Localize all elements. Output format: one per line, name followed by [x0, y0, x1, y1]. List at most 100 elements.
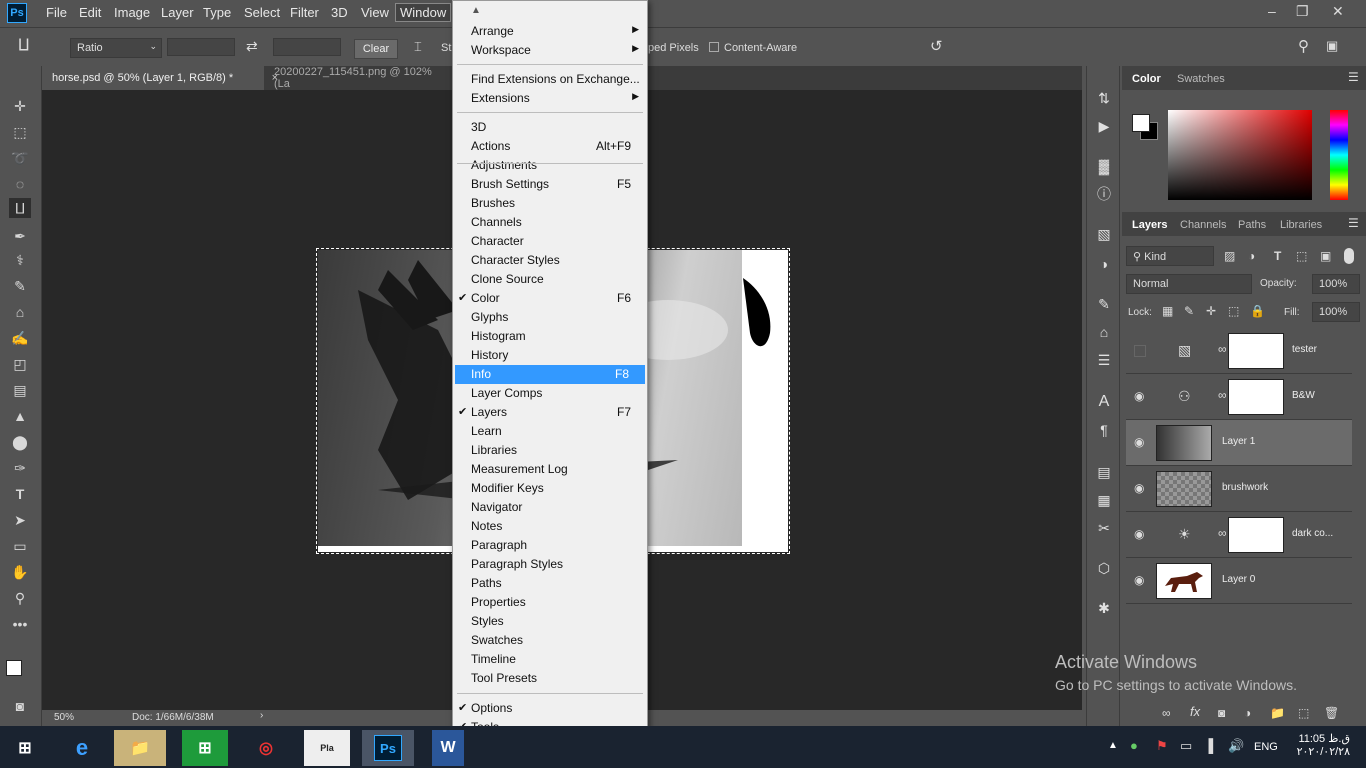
properties-icon[interactable]: ☰ — [1094, 350, 1114, 370]
comps-icon[interactable]: ▦ — [1094, 490, 1114, 510]
move-tool-icon[interactable]: ✛ — [9, 96, 31, 116]
menu-item-paragraph[interactable]: Paragraph — [453, 536, 647, 555]
eye-icon[interactable]: ◉ — [1134, 573, 1144, 587]
menu-filter[interactable]: Filter — [290, 5, 319, 20]
menu-item-tool-presets[interactable]: Tool Presets — [453, 669, 647, 688]
menu-window[interactable]: Window — [395, 3, 452, 22]
menu-item-extensions[interactable]: Extensions ▶ — [453, 89, 647, 108]
height-field[interactable] — [273, 38, 341, 56]
menu-item-workspace[interactable]: Workspace ▶ — [453, 41, 647, 60]
tab-layers[interactable]: Layers — [1132, 219, 1167, 231]
chrome-icon[interactable]: ◎ — [240, 730, 292, 766]
3d-icon[interactable]: ▧ — [1094, 224, 1114, 244]
menu-select[interactable]: Select — [244, 5, 280, 20]
pen-tool-icon[interactable]: ✑ — [9, 458, 31, 478]
menu-item-find-extensions-on-exchange[interactable]: Find Extensions on Exchange... — [453, 70, 647, 89]
network-status-icon[interactable]: ● — [1130, 738, 1138, 753]
windows-start-icon[interactable]: ⊞ — [0, 730, 50, 766]
shape-filter-icon[interactable]: ⬚ — [1296, 249, 1307, 263]
tab-horse-psd[interactable]: horse.psd @ 50% (Layer 1, RGB/8) * × — [42, 66, 278, 90]
signal-icon[interactable]: ▐ — [1204, 738, 1213, 753]
link-icon[interactable]: ∞ — [1218, 388, 1227, 402]
color-picker-field[interactable] — [1168, 110, 1312, 200]
brush-tool-icon[interactable]: ✎ — [9, 276, 31, 296]
layer-name[interactable]: Layer 0 — [1222, 574, 1255, 585]
menu-item-layers[interactable]: ✔ Layers F7 — [453, 403, 647, 422]
type-tool-icon[interactable]: T — [9, 484, 31, 504]
layer-mask-thumb[interactable] — [1228, 517, 1284, 553]
lock-transparent-icon[interactable]: ▦ — [1162, 304, 1173, 318]
straighten-icon[interactable]: ⌶ — [414, 39, 422, 55]
add-mask-icon[interactable]: ◙ — [1218, 706, 1225, 720]
menu-type[interactable]: Type — [203, 5, 231, 20]
layer-thumb[interactable] — [1156, 425, 1212, 461]
menu-item-options[interactable]: ✔ Options — [453, 699, 647, 718]
layer-mask-thumb[interactable] — [1228, 379, 1284, 415]
eye-icon[interactable]: ◉ — [1134, 435, 1144, 449]
menu-item-notes[interactable]: Notes — [453, 517, 647, 536]
more-tools-icon[interactable]: ••• — [9, 614, 31, 634]
menu-item-history[interactable]: History — [453, 346, 647, 365]
lock-all-icon[interactable]: 🔒 — [1250, 304, 1265, 318]
fg-color-swatch[interactable] — [1132, 114, 1150, 132]
menu-item-histogram[interactable]: Histogram — [453, 327, 647, 346]
menu-3d[interactable]: 3D — [331, 5, 348, 20]
new-layer-icon[interactable]: ⬚ — [1298, 706, 1309, 720]
width-field[interactable] — [167, 38, 235, 56]
close-icon[interactable]: ✕ — [1332, 3, 1344, 20]
blur-icon[interactable]: ▲ — [9, 406, 31, 426]
link-layers-icon[interactable]: ∞ — [1162, 706, 1171, 720]
menu-item-actions[interactable]: Actions Alt+F9 — [453, 137, 647, 156]
menu-item-layer-comps[interactable]: Layer Comps — [453, 384, 647, 403]
foreground-color-swatch[interactable] — [6, 660, 22, 676]
file-explorer-icon[interactable]: 📁 — [114, 730, 166, 766]
menu-item-measurement-log[interactable]: Measurement Log — [453, 460, 647, 479]
status-chevron-icon[interactable]: › — [260, 710, 263, 721]
type-filter-icon[interactable]: T — [1274, 249, 1281, 263]
media-player-icon[interactable]: Pla — [304, 730, 350, 766]
menu-item-libraries[interactable]: Libraries — [453, 441, 647, 460]
tab-paths[interactable]: Paths — [1238, 219, 1266, 231]
swap-icon[interactable]: ⇄ — [246, 38, 258, 55]
character-icon[interactable]: A — [1094, 392, 1114, 412]
battery-icon[interactable]: ▭ — [1180, 738, 1192, 754]
menu-image[interactable]: Image — [114, 5, 150, 20]
menu-item-brush-settings[interactable]: Brush Settings F5 — [453, 175, 647, 194]
smart-object-filter-icon[interactable]: ▣ — [1320, 249, 1331, 263]
history-icon[interactable]: ⇅ — [1094, 88, 1114, 108]
language-indicator[interactable]: ENG — [1254, 741, 1278, 753]
menu-item-paragraph-styles[interactable]: Paragraph Styles — [453, 555, 647, 574]
panel-menu-icon[interactable]: ☰ — [1348, 70, 1359, 84]
new-group-icon[interactable]: 📁 — [1270, 706, 1285, 720]
volume-icon[interactable]: 🔊 — [1228, 738, 1244, 754]
search-icon[interactable]: ⚲ — [1298, 37, 1309, 55]
eye-icon[interactable]: ◉ — [1134, 389, 1144, 403]
menu-layer[interactable]: Layer — [161, 5, 194, 20]
histogram-icon[interactable]: ▓ — [1094, 156, 1114, 176]
hue-slider[interactable] — [1330, 110, 1348, 200]
menu-item-navigator[interactable]: Navigator — [453, 498, 647, 517]
menu-item-swatches[interactable]: Swatches — [453, 631, 647, 650]
layer-name[interactable]: B&W — [1292, 390, 1315, 401]
doc-size[interactable]: Doc: 1/66M/6/38M — [132, 712, 214, 723]
eye-icon[interactable]: ◉ — [1134, 527, 1144, 541]
clone-stamp-icon[interactable]: ⌂ — [9, 302, 31, 322]
adjustments-icon[interactable]: ◑ — [1094, 254, 1114, 274]
scroll-up-arrow-icon[interactable]: ▲ — [471, 5, 481, 16]
filter-toggle[interactable] — [1344, 248, 1354, 264]
layer-name[interactable]: tester — [1292, 344, 1317, 355]
action-center-icon[interactable]: ⚑ — [1156, 738, 1168, 754]
photoshop-taskbar-icon[interactable]: Ps — [362, 730, 414, 766]
trash-icon[interactable]: 🗑 — [1324, 706, 1339, 720]
store-icon[interactable]: ⊞ — [182, 730, 228, 766]
menu-item-styles[interactable]: Styles — [453, 612, 647, 631]
fill-field[interactable]: 100% — [1312, 302, 1360, 322]
fx-icon[interactable]: fx — [1190, 704, 1200, 719]
visibility-toggle-off[interactable] — [1134, 345, 1146, 357]
crop-tool-active-icon[interactable]: ⨿ — [9, 198, 31, 218]
menu-item-paths[interactable]: Paths — [453, 574, 647, 593]
lock-artboard-icon[interactable]: ⬚ — [1228, 304, 1239, 318]
layer-name[interactable]: brushwork — [1222, 482, 1268, 493]
crop-tool-icon[interactable]: ⨿ — [18, 37, 30, 55]
lock-image-icon[interactable]: ✎ — [1184, 304, 1194, 318]
